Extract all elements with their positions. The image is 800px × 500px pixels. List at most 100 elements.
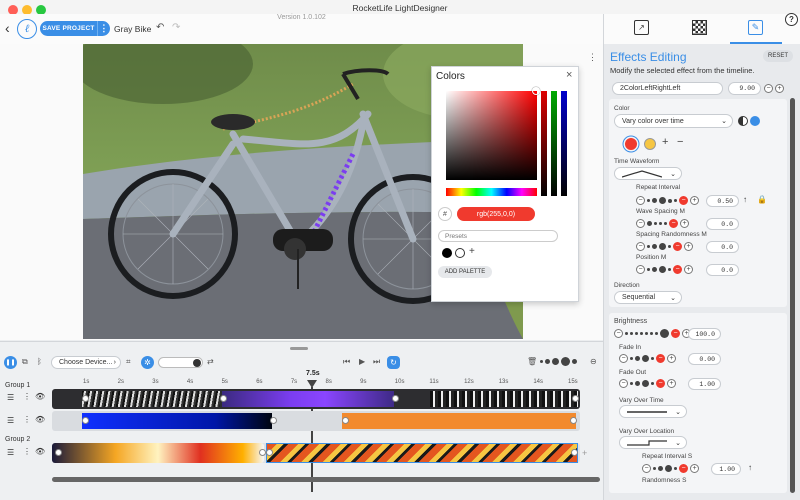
direction-select[interactable]: Sequential ⌄ xyxy=(614,291,682,304)
play-icon[interactable]: ▶ xyxy=(359,357,365,366)
swatch-white[interactable] xyxy=(455,248,465,258)
eye-icon[interactable]: 👁 xyxy=(35,415,45,424)
menu-icon[interactable]: ☰ xyxy=(7,393,14,402)
save-project-button[interactable]: SAVE PROJECT xyxy=(40,21,97,36)
color-picker-icon[interactable] xyxy=(750,116,760,126)
menu-icon[interactable]: ☰ xyxy=(7,448,14,457)
clip-orange[interactable] xyxy=(342,413,576,429)
color-mode-select[interactable]: Vary color over time ⌄ xyxy=(614,114,733,128)
clip-sparkle[interactable] xyxy=(82,391,220,407)
saturation-picker[interactable] xyxy=(446,91,537,180)
reset-button[interactable]: RESET xyxy=(763,50,793,62)
add-palette-button[interactable]: ADD PALETTE xyxy=(438,266,492,278)
camera-icon[interactable]: ⧉ xyxy=(22,357,28,367)
picker-handle[interactable] xyxy=(532,87,540,95)
add-clip-icon[interactable]: + xyxy=(582,448,587,458)
add-color-icon[interactable]: + xyxy=(662,136,668,148)
position-value[interactable]: 0.0 xyxy=(706,264,739,276)
target-icon[interactable]: ✲ xyxy=(141,356,154,369)
more-icon[interactable]: ⋮ xyxy=(23,415,31,424)
bluetooth-icon[interactable]: ᛒ xyxy=(37,357,42,366)
edit-icon[interactable]: ✎ xyxy=(748,20,763,35)
color-swatch-red[interactable] xyxy=(625,138,637,150)
vary-over-time-select[interactable]: ⌄ xyxy=(619,405,687,418)
arrow-up-icon[interactable]: ↑ xyxy=(748,463,752,472)
position-stepper[interactable]: − − + xyxy=(636,265,693,274)
swatch-black[interactable] xyxy=(442,248,452,258)
save-options-icon[interactable]: ⋮ xyxy=(97,21,110,36)
clip-strobe[interactable] xyxy=(430,391,578,407)
vary-over-location-select[interactable]: ⌄ xyxy=(619,436,687,449)
device-select[interactable]: Choose Device... › xyxy=(51,356,121,369)
resize-handle[interactable] xyxy=(290,347,308,350)
arrow-up-icon[interactable]: ↑ xyxy=(743,195,747,204)
brightness-value[interactable]: 100.0 xyxy=(688,328,721,340)
track-group2[interactable] xyxy=(52,443,580,463)
checker-icon[interactable] xyxy=(692,20,707,35)
effect-name-field[interactable]: 2ColorLeftRightLeft xyxy=(612,82,723,95)
zoom-stepper[interactable] xyxy=(540,357,577,366)
menu-icon[interactable]: ☰ xyxy=(7,416,14,425)
wave-spacing-value[interactable]: 0.0 xyxy=(706,218,739,230)
loop-icon[interactable]: ↻ xyxy=(387,356,400,369)
close-icon[interactable]: × xyxy=(566,69,572,81)
slider-knob[interactable] xyxy=(193,359,201,367)
blue-slider[interactable] xyxy=(561,91,567,196)
repeat-interval-s-stepper[interactable]: − − + xyxy=(642,464,699,473)
track-group1-row1[interactable] xyxy=(52,389,580,409)
shuffle-icon[interactable]: ⇄ xyxy=(207,357,214,366)
eye-icon[interactable]: 👁 xyxy=(35,392,45,401)
fade-out-value[interactable]: 1.00 xyxy=(688,378,721,390)
more-icon[interactable]: ⋮ xyxy=(23,447,31,456)
undo-icon[interactable]: ↶ xyxy=(156,22,164,33)
time-waveform-select[interactable]: ⌄ xyxy=(614,167,682,180)
brightness-stepper[interactable]: − − + xyxy=(614,329,691,338)
more-icon[interactable]: ⋮ xyxy=(23,392,31,401)
redo-icon[interactable]: ↷ xyxy=(172,22,180,33)
previous-icon[interactable]: ⏮ xyxy=(343,357,350,367)
clip-gradient[interactable] xyxy=(52,443,264,463)
export-icon[interactable]: ↗ xyxy=(634,20,649,35)
speed-slider[interactable] xyxy=(158,357,203,368)
fade-in-value[interactable]: 0.00 xyxy=(688,353,721,365)
red-slider[interactable] xyxy=(541,91,547,196)
remove-color-icon[interactable]: − xyxy=(677,136,683,148)
effect-value-field[interactable]: 9.00 xyxy=(728,82,761,95)
eye-icon[interactable]: 👁 xyxy=(35,447,45,456)
repeat-interval-value[interactable]: 0.50 xyxy=(706,195,739,207)
spacing-randomness-value[interactable]: 0.0 xyxy=(706,241,739,253)
clip-selected-stripes[interactable] xyxy=(266,443,578,463)
canvas-menu-icon[interactable]: ⋮ xyxy=(588,52,597,63)
spacing-randomness-stepper[interactable]: − − + xyxy=(636,242,693,251)
trash-icon[interactable]: 🗑 xyxy=(527,357,537,366)
panel-scrollbar[interactable] xyxy=(790,98,795,493)
rgb-value[interactable]: rgb(255,0,0) xyxy=(457,207,535,221)
pause-icon[interactable]: ❚❚ xyxy=(4,356,17,369)
hex-toggle[interactable]: # xyxy=(438,207,452,221)
green-slider[interactable] xyxy=(551,91,557,196)
contrast-icon[interactable] xyxy=(738,116,748,126)
lock-icon[interactable]: 🔒 xyxy=(757,195,767,204)
color-swatch-yellow[interactable] xyxy=(644,138,656,150)
clip-purple[interactable] xyxy=(222,391,394,407)
repeat-interval-stepper[interactable]: − − + xyxy=(636,196,699,205)
wave-spacing-stepper[interactable]: − − + xyxy=(636,219,689,228)
vary-over-time-label: Vary Over Time xyxy=(619,397,664,404)
add-swatch-icon[interactable]: + xyxy=(469,246,475,257)
clip-blue[interactable] xyxy=(82,413,272,429)
fade-out-stepper[interactable]: − − + xyxy=(619,379,676,388)
fade-in-stepper[interactable]: − − + xyxy=(619,354,676,363)
next-icon[interactable]: ⏭ xyxy=(373,357,380,367)
grid-icon[interactable]: ⌗ xyxy=(126,357,131,367)
hue-slider[interactable] xyxy=(446,188,537,196)
decrement-icon[interactable]: − xyxy=(764,84,773,93)
horizontal-scrollbar[interactable] xyxy=(52,477,600,482)
zoom-fit-icon[interactable]: ⊖ xyxy=(590,357,597,366)
repeat-interval-s-value[interactable]: 1.00 xyxy=(711,463,741,475)
colors-popup-title: Colors xyxy=(436,71,465,82)
presets-input[interactable]: Presets xyxy=(438,230,558,242)
increment-icon[interactable]: + xyxy=(775,84,784,93)
help-icon[interactable]: ? xyxy=(785,13,798,26)
back-icon[interactable]: ‹ xyxy=(5,20,10,36)
track-group1-row2[interactable] xyxy=(52,411,580,431)
